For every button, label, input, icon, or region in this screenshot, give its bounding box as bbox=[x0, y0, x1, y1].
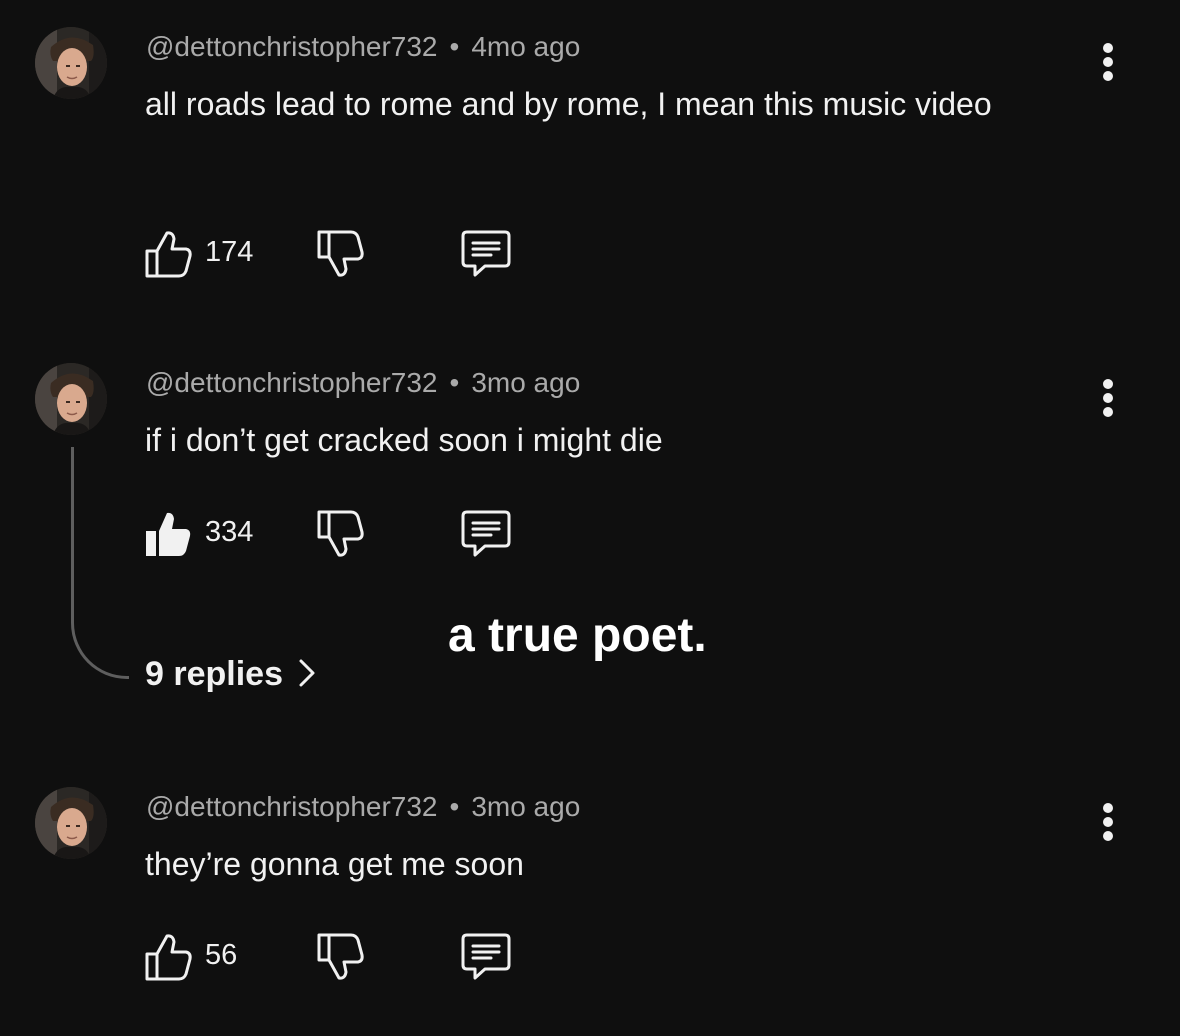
comment-time: 4mo ago bbox=[471, 31, 581, 62]
comment-meta: @dettonchristopher732 • 3mo ago bbox=[146, 367, 580, 399]
comment-meta: @dettonchristopher732 • 4mo ago bbox=[146, 31, 580, 63]
thumbs-down-icon bbox=[317, 510, 364, 557]
comment-icon bbox=[461, 933, 511, 980]
avatar[interactable] bbox=[35, 363, 107, 435]
thumbs-up-icon bbox=[145, 231, 192, 278]
thumbs-down-icon bbox=[317, 933, 364, 980]
avatar[interactable] bbox=[35, 27, 107, 99]
like-count: 174 bbox=[205, 236, 254, 268]
more-vertical-icon[interactable] bbox=[1093, 376, 1123, 420]
more-vertical-icon[interactable] bbox=[1093, 800, 1123, 844]
comment-meta: @dettonchristopher732 • 3mo ago bbox=[146, 791, 580, 823]
avatar-photo bbox=[35, 787, 107, 859]
like-count: 334 bbox=[205, 516, 254, 548]
thumbs-down-icon bbox=[317, 230, 364, 277]
avatar-photo bbox=[35, 27, 107, 99]
comment-author[interactable]: @dettonchristopher732 bbox=[146, 31, 438, 62]
thumbs-up-icon bbox=[145, 934, 192, 981]
comment-time: 3mo ago bbox=[471, 791, 581, 822]
like-button[interactable] bbox=[143, 931, 195, 988]
comment-icon bbox=[461, 230, 511, 277]
like-button[interactable] bbox=[143, 508, 195, 565]
overlay-caption: a true poet. bbox=[448, 609, 707, 662]
comment-text: all roads lead to rome and by rome, I me… bbox=[145, 86, 992, 122]
thumbs-up-filled-icon bbox=[146, 512, 191, 556]
meta-separator: • bbox=[449, 791, 460, 822]
replies-label: 9 replies bbox=[145, 655, 283, 693]
comment-text: if i don’t get cracked soon i might die bbox=[145, 422, 663, 458]
dislike-button[interactable] bbox=[315, 228, 367, 285]
meta-separator: • bbox=[449, 367, 460, 398]
comment-author[interactable]: @dettonchristopher732 bbox=[146, 367, 438, 398]
comment-icon bbox=[461, 510, 511, 557]
comment-author[interactable]: @dettonchristopher732 bbox=[146, 791, 438, 822]
like-count: 56 bbox=[205, 939, 238, 971]
chevron-right-icon bbox=[299, 659, 315, 687]
avatar-photo bbox=[35, 363, 107, 435]
like-button[interactable] bbox=[143, 228, 195, 285]
dislike-button[interactable] bbox=[315, 508, 367, 565]
comment-text: they’re gonna get me soon bbox=[145, 846, 524, 882]
dislike-button[interactable] bbox=[315, 931, 367, 988]
meta-separator: • bbox=[449, 31, 460, 62]
avatar[interactable] bbox=[35, 787, 107, 859]
more-vertical-icon[interactable] bbox=[1093, 40, 1123, 84]
reply-button[interactable] bbox=[459, 228, 513, 285]
thread-line bbox=[71, 447, 129, 679]
view-replies-button[interactable]: 9 replies bbox=[145, 655, 317, 694]
reply-button[interactable] bbox=[459, 508, 513, 565]
reply-button[interactable] bbox=[459, 931, 513, 988]
comment-time: 3mo ago bbox=[471, 367, 581, 398]
